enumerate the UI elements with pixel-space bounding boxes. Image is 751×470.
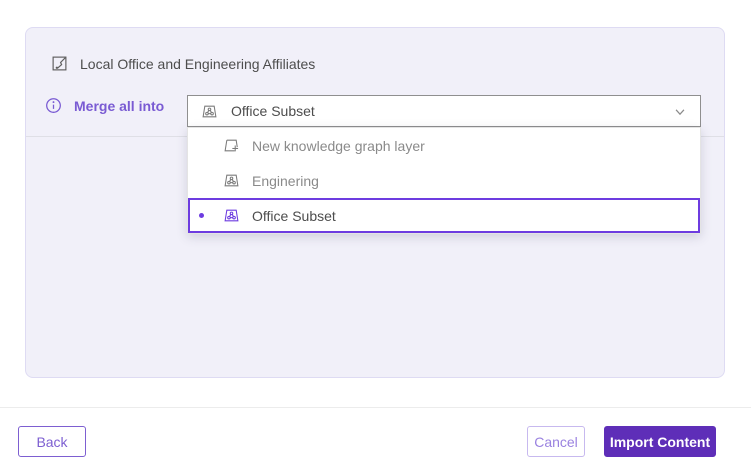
merge-all-into-label: Merge all into — [74, 98, 164, 114]
layer-select-icon — [51, 55, 68, 72]
import-content-dialog: Local Office and Engineering Affiliates … — [0, 0, 751, 470]
knowledge-graph-layer-icon — [201, 103, 218, 120]
merge-row: Merge all into — [45, 97, 164, 114]
select-value: Office Subset — [231, 103, 315, 119]
import-panel: Local Office and Engineering Affiliates … — [25, 27, 725, 378]
footer-divider — [0, 407, 751, 408]
source-layer-row: Local Office and Engineering Affiliates — [51, 55, 315, 72]
cancel-button[interactable]: Cancel — [527, 426, 585, 457]
info-icon — [45, 97, 62, 114]
selected-bullet — [199, 213, 204, 218]
knowledge-graph-layer-icon — [223, 172, 240, 189]
menu-item-label: Office Subset — [252, 208, 336, 224]
menu-item-label: Enginering — [252, 173, 319, 189]
source-layer-label: Local Office and Engineering Affiliates — [80, 56, 315, 72]
menu-item-new-knowledge-graph-layer[interactable]: New knowledge graph layer — [188, 128, 700, 163]
menu-item-enginering[interactable]: Enginering — [188, 163, 700, 198]
merge-target-select[interactable]: Office Subset — [187, 95, 701, 127]
knowledge-graph-layer-icon — [223, 207, 240, 224]
import-content-button[interactable]: Import Content — [604, 426, 716, 457]
menu-item-label: New knowledge graph layer — [252, 138, 425, 154]
chevron-down-icon — [673, 105, 687, 119]
back-button[interactable]: Back — [18, 426, 86, 457]
new-knowledge-graph-layer-icon — [223, 137, 240, 154]
merge-target-menu: New knowledge graph layer Enginering — [187, 127, 701, 234]
menu-item-office-subset[interactable]: Office Subset — [188, 198, 700, 233]
